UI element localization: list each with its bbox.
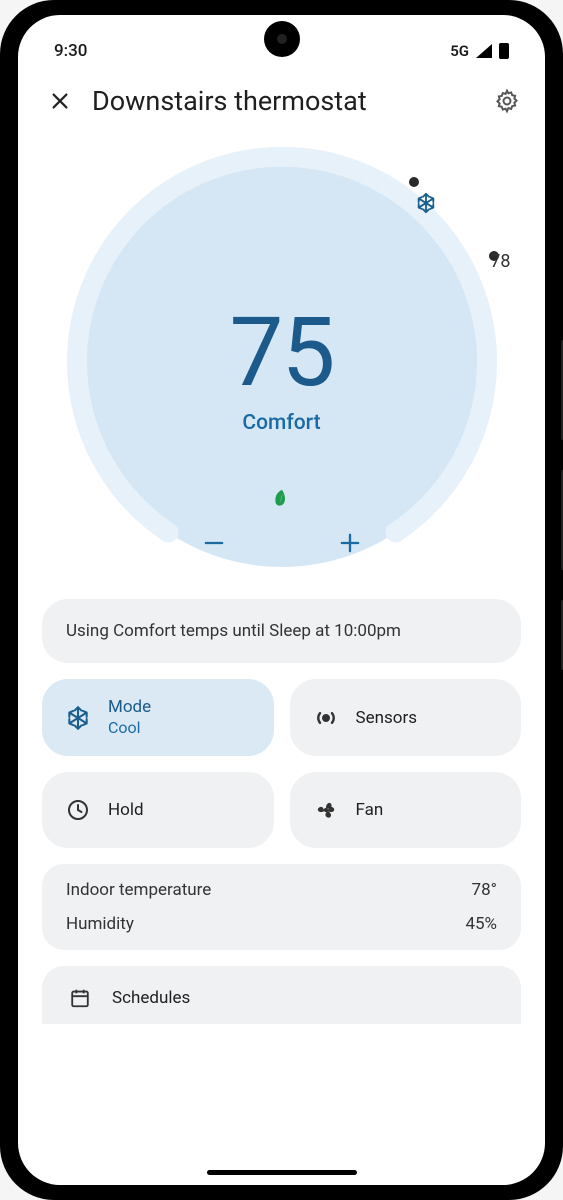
sensors-icon: [312, 704, 340, 732]
mode-tile-label: Mode: [108, 697, 151, 718]
hold-tile[interactable]: Hold: [42, 772, 274, 848]
minus-icon: [200, 529, 228, 557]
indoor-temp-value: 78°: [472, 880, 497, 900]
snowflake-icon: [64, 704, 92, 732]
status-message-card[interactable]: Using Comfort temps until Sleep at 10:00…: [42, 599, 521, 663]
network-label: 5G: [450, 42, 469, 60]
screen: 9:30 5G Downstairs thermostat: [18, 15, 545, 1185]
signal-icon: [476, 44, 492, 58]
page-header: Downstairs thermostat: [18, 73, 545, 123]
settings-button[interactable]: [489, 83, 525, 119]
humidity-label: Humidity: [66, 914, 134, 934]
status-icons: 5G: [450, 42, 509, 60]
mode-tile[interactable]: Mode Cool: [42, 679, 274, 756]
sensors-tile-label: Sensors: [356, 708, 418, 728]
indoor-temp-label: Indoor temperature: [66, 880, 211, 900]
fan-icon: [312, 796, 340, 824]
mode-tile-value: Cool: [108, 718, 151, 738]
hold-tile-label: Hold: [108, 800, 144, 820]
plus-icon: [336, 529, 364, 557]
clock-icon: [64, 796, 92, 824]
preset-label: Comfort: [67, 411, 497, 435]
schedules-card[interactable]: Schedules: [42, 966, 521, 1024]
snowflake-marker-icon: [415, 192, 437, 218]
setpoint-dot: [409, 177, 419, 187]
environment-info-card: Indoor temperature 78° Humidity 45%: [42, 864, 521, 950]
status-time: 9:30: [54, 41, 87, 61]
temperature-dial[interactable]: 78 75 Comfort: [18, 147, 545, 577]
target-temperature: 78: [490, 251, 510, 272]
schedules-label: Schedules: [112, 988, 190, 1008]
battery-icon: [499, 43, 509, 59]
fan-tile-label: Fan: [356, 800, 384, 820]
indoor-temperature-row: Indoor temperature 78°: [66, 880, 497, 900]
phone-frame: 9:30 5G Downstairs thermostat: [0, 0, 563, 1200]
humidity-value: 45%: [465, 914, 497, 934]
status-message-text: Using Comfort temps until Sleep at 10:00…: [66, 621, 401, 641]
fan-tile[interactable]: Fan: [290, 772, 522, 848]
temperature-down-button[interactable]: [194, 523, 234, 563]
temperature-up-button[interactable]: [330, 523, 370, 563]
eco-leaf-icon: [271, 487, 293, 513]
sensors-tile[interactable]: Sensors: [290, 679, 522, 756]
gear-icon: [494, 88, 520, 114]
home-indicator[interactable]: [207, 1170, 357, 1175]
current-temperature: 75: [67, 305, 497, 401]
camera-notch: [264, 21, 300, 57]
close-button[interactable]: [44, 85, 76, 117]
humidity-row: Humidity 45%: [66, 914, 497, 934]
page-title: Downstairs thermostat: [92, 85, 473, 117]
calendar-icon: [66, 984, 94, 1012]
close-icon: [49, 90, 71, 112]
